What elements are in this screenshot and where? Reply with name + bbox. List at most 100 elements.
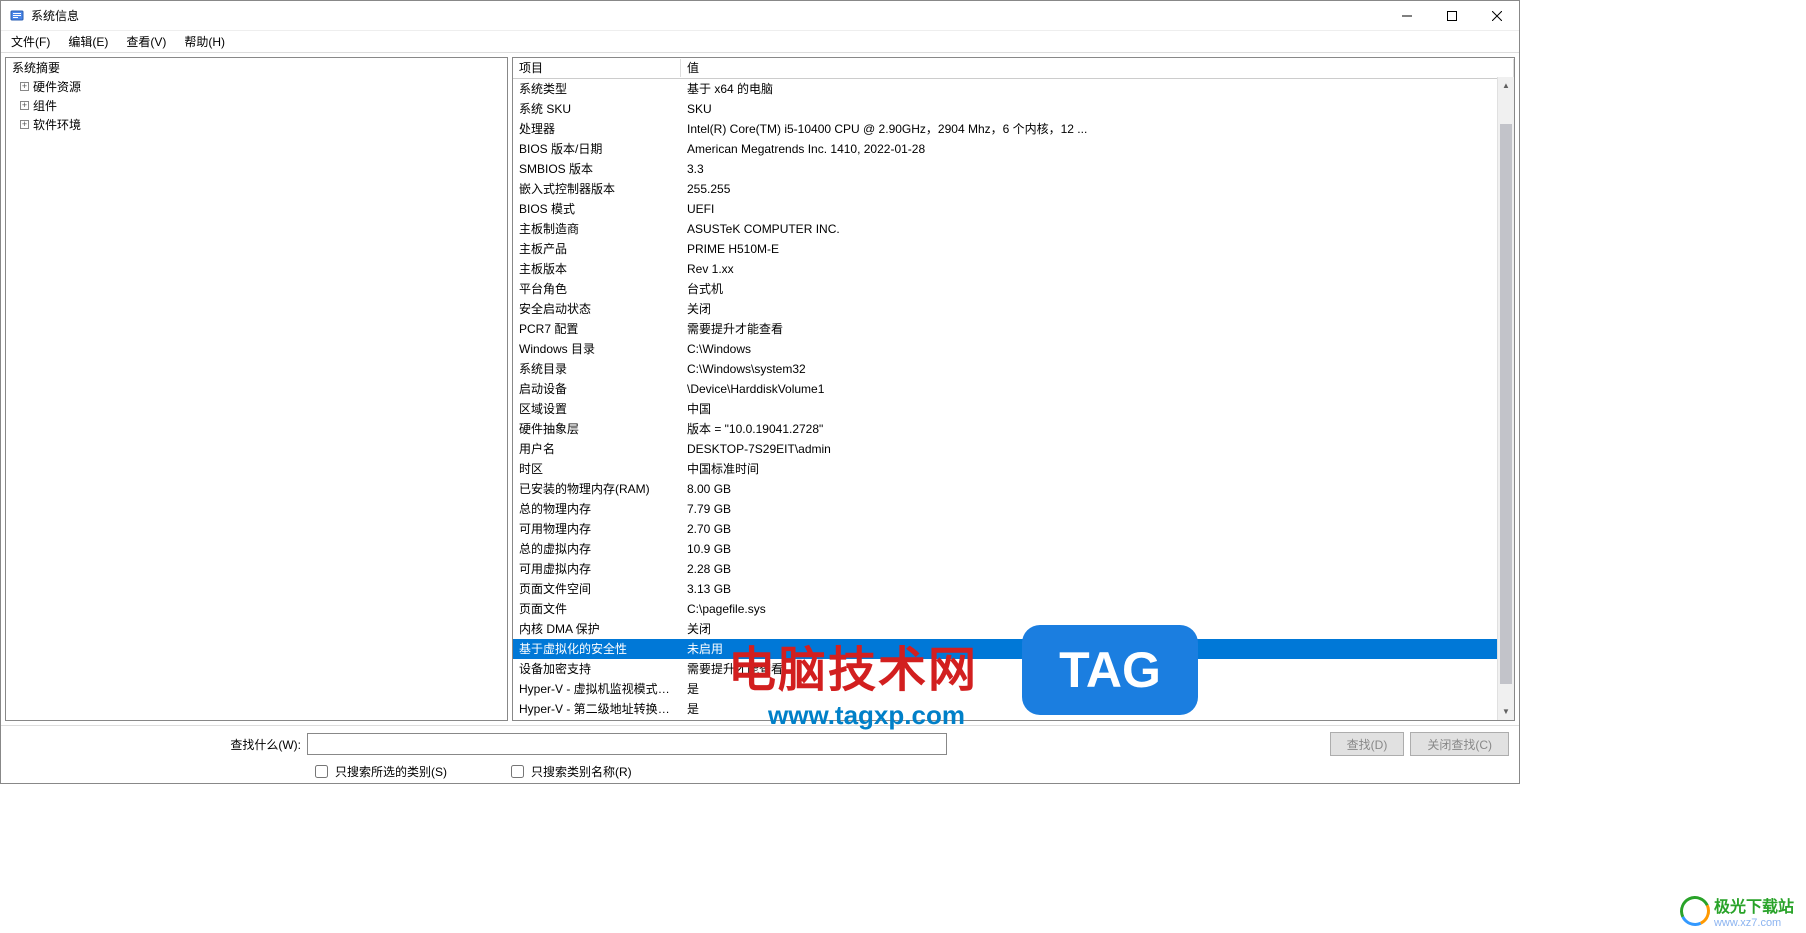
table-header: 项目 值 bbox=[513, 58, 1514, 79]
table-row[interactable]: 用户名DESKTOP-7S29EIT\admin bbox=[513, 439, 1514, 459]
row-item: 主板制造商 bbox=[513, 220, 681, 238]
table-row[interactable]: 总的物理内存7.79 GB bbox=[513, 499, 1514, 519]
minimize-button[interactable] bbox=[1384, 1, 1429, 30]
scroll-down-button[interactable]: ▼ bbox=[1498, 703, 1514, 720]
chk-selected-category[interactable]: 只搜索所选的类别(S) bbox=[311, 762, 447, 781]
tree-node-software[interactable]: + 软件环境 bbox=[6, 115, 507, 134]
menu-help[interactable]: 帮助(H) bbox=[178, 31, 231, 52]
chk-selected-input[interactable] bbox=[315, 765, 328, 778]
content-area: 系统摘要 + 硬件资源 + 组件 + 软件环境 项目 值 系统类型基 bbox=[1, 53, 1519, 725]
table-row[interactable]: 安全启动状态关闭 bbox=[513, 299, 1514, 319]
tree-node-components[interactable]: + 组件 bbox=[6, 96, 507, 115]
table-row[interactable]: Hyper-V - 第二级地址转换扩展是 bbox=[513, 699, 1514, 719]
table-row[interactable]: 基于虚拟化的安全性未启用 bbox=[513, 639, 1514, 659]
table-row[interactable]: 区域设置中国 bbox=[513, 399, 1514, 419]
scroll-track[interactable] bbox=[1498, 94, 1514, 703]
tree-root[interactable]: 系统摘要 bbox=[6, 58, 507, 77]
vertical-scrollbar[interactable]: ▲ ▼ bbox=[1497, 77, 1514, 720]
chk-category-names[interactable]: 只搜索类别名称(R) bbox=[507, 762, 632, 781]
row-value: 7.79 GB bbox=[681, 500, 1514, 518]
tree-node-label: 软件环境 bbox=[33, 116, 81, 133]
expand-icon[interactable]: + bbox=[20, 82, 29, 91]
table-row[interactable]: Hyper-V - 虚拟机监视模式扩展是 bbox=[513, 679, 1514, 699]
row-item: 处理器 bbox=[513, 120, 681, 138]
table-row[interactable]: 平台角色台式机 bbox=[513, 279, 1514, 299]
scroll-up-button[interactable]: ▲ bbox=[1498, 77, 1514, 94]
table-row[interactable]: 硬件抽象层版本 = "10.0.19041.2728" bbox=[513, 419, 1514, 439]
expand-icon[interactable]: + bbox=[20, 120, 29, 129]
table-row[interactable]: 内核 DMA 保护关闭 bbox=[513, 619, 1514, 639]
row-item: 平台角色 bbox=[513, 280, 681, 298]
table-row[interactable]: 系统目录C:\Windows\system32 bbox=[513, 359, 1514, 379]
table-row[interactable]: 页面文件C:\pagefile.sys bbox=[513, 599, 1514, 619]
table-row[interactable]: PCR7 配置需要提升才能查看 bbox=[513, 319, 1514, 339]
table-body[interactable]: 系统类型基于 x64 的电脑系统 SKUSKU处理器Intel(R) Core(… bbox=[513, 79, 1514, 720]
row-item: 页面文件空间 bbox=[513, 580, 681, 598]
search-bar: 查找什么(W): 查找(D) 关闭查找(C) 只搜索所选的类别(S) 只搜索类别… bbox=[1, 725, 1519, 783]
table-row[interactable]: 系统 SKUSKU bbox=[513, 99, 1514, 119]
menu-edit[interactable]: 编辑(E) bbox=[62, 31, 114, 52]
jiguang-logo: 极光下载站 www.xz7.com bbox=[1680, 893, 1794, 929]
table-row[interactable]: 可用虚拟内存2.28 GB bbox=[513, 559, 1514, 579]
row-value: 台式机 bbox=[681, 280, 1514, 298]
table-row[interactable]: 主板制造商ASUSTeK COMPUTER INC. bbox=[513, 219, 1514, 239]
row-item: 内核 DMA 保护 bbox=[513, 620, 681, 638]
table-row[interactable]: 总的虚拟内存10.9 GB bbox=[513, 539, 1514, 559]
menu-file[interactable]: 文件(F) bbox=[5, 31, 56, 52]
row-item: Hyper-V - 虚拟机监视模式扩展 bbox=[513, 680, 681, 698]
table-row[interactable]: 设备加密支持需要提升才能查看 bbox=[513, 659, 1514, 679]
chk-names-input[interactable] bbox=[511, 765, 524, 778]
row-value: 是 bbox=[681, 680, 1514, 698]
table-row[interactable]: 主板产品PRIME H510M-E bbox=[513, 239, 1514, 259]
header-value[interactable]: 值 bbox=[681, 59, 1514, 77]
maximize-button[interactable] bbox=[1429, 1, 1474, 30]
table-row[interactable]: 处理器Intel(R) Core(TM) i5-10400 CPU @ 2.90… bbox=[513, 119, 1514, 139]
row-value: C:\pagefile.sys bbox=[681, 600, 1514, 618]
row-item: SMBIOS 版本 bbox=[513, 160, 681, 178]
jiguang-icon bbox=[1676, 892, 1714, 930]
table-row[interactable]: 时区中国标准时间 bbox=[513, 459, 1514, 479]
table-row[interactable]: 启动设备\Device\HarddiskVolume1 bbox=[513, 379, 1514, 399]
jiguang-name: 极光下载站 bbox=[1714, 893, 1794, 917]
row-item: 系统 SKU bbox=[513, 100, 681, 118]
scroll-thumb[interactable] bbox=[1500, 124, 1512, 684]
chk-names-label: 只搜索类别名称(R) bbox=[531, 763, 632, 780]
find-button[interactable]: 查找(D) bbox=[1330, 732, 1405, 756]
table-row[interactable]: SMBIOS 版本3.3 bbox=[513, 159, 1514, 179]
row-item: 系统类型 bbox=[513, 80, 681, 98]
row-value: 2.70 GB bbox=[681, 520, 1514, 538]
row-value: DESKTOP-7S29EIT\admin bbox=[681, 440, 1514, 458]
row-item: PCR7 配置 bbox=[513, 320, 681, 338]
category-tree[interactable]: 系统摘要 + 硬件资源 + 组件 + 软件环境 bbox=[5, 57, 508, 721]
table-row[interactable]: 可用物理内存2.70 GB bbox=[513, 519, 1514, 539]
row-item: 总的物理内存 bbox=[513, 500, 681, 518]
table-row[interactable]: 系统类型基于 x64 的电脑 bbox=[513, 79, 1514, 99]
table-row[interactable]: 嵌入式控制器版本255.255 bbox=[513, 179, 1514, 199]
header-item[interactable]: 项目 bbox=[513, 59, 681, 77]
row-value: 8.00 GB bbox=[681, 480, 1514, 498]
tree-node-hardware[interactable]: + 硬件资源 bbox=[6, 77, 507, 96]
table-row[interactable]: Hyper-V - 固件中启用的虚拟化否 bbox=[513, 719, 1514, 720]
table-row[interactable]: Windows 目录C:\Windows bbox=[513, 339, 1514, 359]
row-item: BIOS 模式 bbox=[513, 200, 681, 218]
expand-icon[interactable]: + bbox=[20, 101, 29, 110]
row-item: 系统目录 bbox=[513, 360, 681, 378]
table-row[interactable]: 主板版本Rev 1.xx bbox=[513, 259, 1514, 279]
table-row[interactable]: BIOS 版本/日期American Megatrends Inc. 1410,… bbox=[513, 139, 1514, 159]
search-input[interactable] bbox=[307, 733, 947, 755]
row-value: 关闭 bbox=[681, 300, 1514, 318]
table-row[interactable]: BIOS 模式UEFI bbox=[513, 199, 1514, 219]
close-button[interactable] bbox=[1474, 1, 1519, 30]
row-value: American Megatrends Inc. 1410, 2022-01-2… bbox=[681, 140, 1514, 158]
menu-view[interactable]: 查看(V) bbox=[120, 31, 172, 52]
app-icon bbox=[9, 8, 25, 24]
row-item: 主板产品 bbox=[513, 240, 681, 258]
table-row[interactable]: 页面文件空间3.13 GB bbox=[513, 579, 1514, 599]
row-value: PRIME H510M-E bbox=[681, 240, 1514, 258]
row-item: 嵌入式控制器版本 bbox=[513, 180, 681, 198]
row-item: Hyper-V - 第二级地址转换扩展 bbox=[513, 700, 681, 718]
close-find-button[interactable]: 关闭查找(C) bbox=[1410, 732, 1509, 756]
table-row[interactable]: 已安装的物理内存(RAM)8.00 GB bbox=[513, 479, 1514, 499]
row-value: Rev 1.xx bbox=[681, 260, 1514, 278]
row-item: 设备加密支持 bbox=[513, 660, 681, 678]
